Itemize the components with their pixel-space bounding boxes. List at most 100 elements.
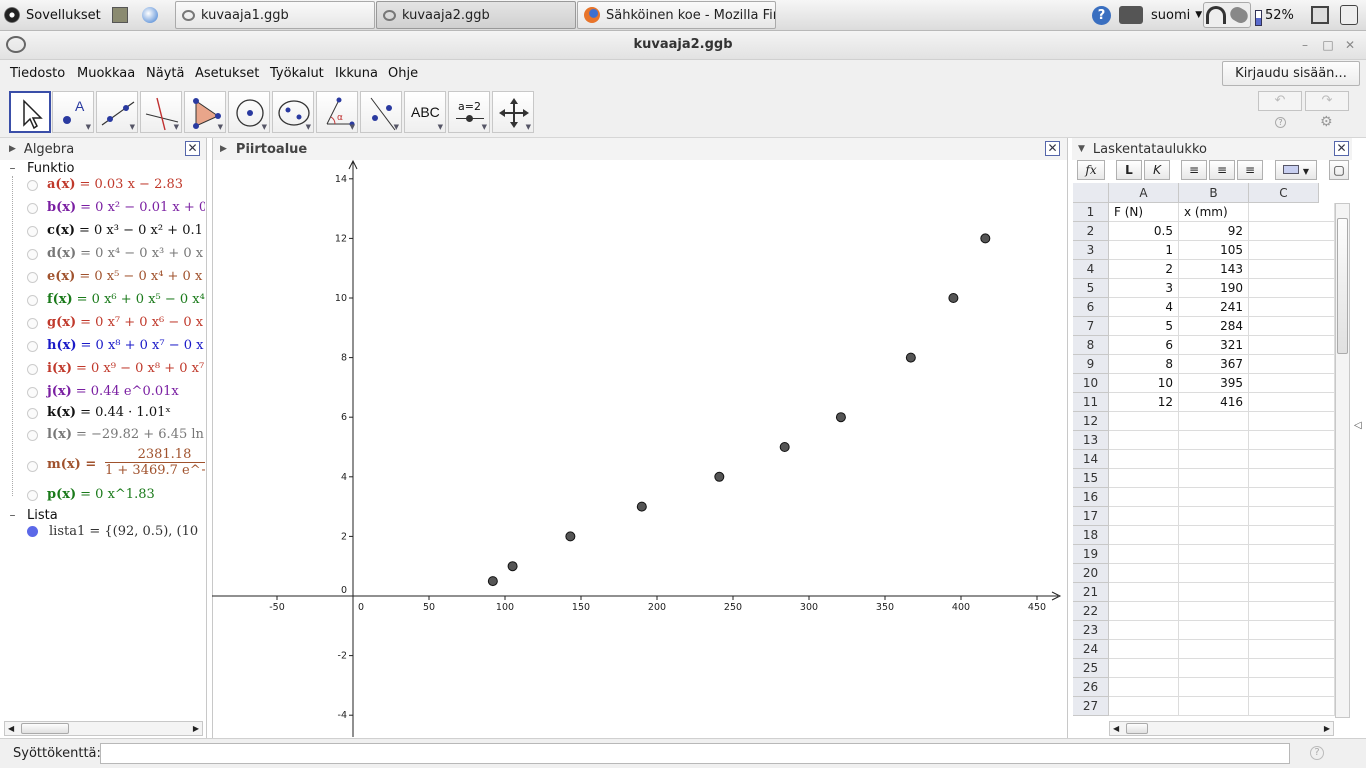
collapse-panel-icon[interactable]: ▼ (1078, 144, 1085, 154)
gear-icon[interactable]: ⚙ (1320, 114, 1333, 130)
table-cell[interactable]: 5 (1109, 317, 1179, 336)
formula-button[interactable]: fx (1077, 160, 1105, 180)
table-cell[interactable] (1109, 469, 1179, 488)
visibility-toggle[interactable] (27, 408, 38, 419)
table-cell[interactable] (1249, 203, 1335, 222)
table-cell[interactable] (1249, 583, 1335, 602)
table-cell[interactable] (1109, 602, 1179, 621)
table-cell[interactable]: 12 (1109, 393, 1179, 412)
column-header-c[interactable]: C (1249, 183, 1319, 203)
table-cell[interactable] (1249, 317, 1335, 336)
table-cell[interactable] (1249, 260, 1335, 279)
row-header[interactable]: 10 (1073, 374, 1109, 393)
row-header[interactable]: 12 (1073, 412, 1109, 431)
table-cell[interactable] (1179, 412, 1249, 431)
table-cell[interactable] (1109, 488, 1179, 507)
column-header-a[interactable]: A (1109, 183, 1179, 203)
table-cell[interactable] (1179, 545, 1249, 564)
visibility-toggle[interactable] (27, 180, 38, 191)
table-cell[interactable]: 1 (1109, 241, 1179, 260)
files-launcher[interactable] (112, 2, 134, 28)
table-cell[interactable] (1109, 621, 1179, 640)
table-cell[interactable]: 284 (1179, 317, 1249, 336)
table-cell[interactable] (1249, 697, 1335, 716)
table-cell[interactable] (1249, 659, 1335, 678)
visibility-toggle[interactable] (27, 272, 38, 283)
table-cell[interactable] (1249, 222, 1335, 241)
row-header[interactable]: 6 (1073, 298, 1109, 317)
visibility-toggle[interactable] (27, 364, 38, 375)
table-cell[interactable]: 143 (1179, 260, 1249, 279)
align-right-button[interactable]: ≡ (1237, 160, 1263, 180)
bold-button[interactable]: L (1116, 160, 1142, 180)
close-algebra-icon[interactable]: ✕ (185, 141, 200, 156)
row-header[interactable]: 15 (1073, 469, 1109, 488)
row-header[interactable]: 11 (1073, 393, 1109, 412)
table-cell[interactable] (1179, 602, 1249, 621)
row-header[interactable]: 17 (1073, 507, 1109, 526)
table-cell[interactable] (1249, 279, 1335, 298)
angle-tool[interactable]: α ▼ (316, 91, 358, 133)
table-cell[interactable] (1109, 640, 1179, 659)
table-cell[interactable] (1179, 583, 1249, 602)
function-row[interactable]: g(x) = 0 x⁷ + 0 x⁶ − 0 x (0, 313, 205, 335)
table-cell[interactable] (1249, 412, 1335, 431)
menu-file[interactable]: Tiedosto (10, 66, 65, 81)
table-cell[interactable] (1179, 564, 1249, 583)
row-header[interactable]: 16 (1073, 488, 1109, 507)
row-header[interactable]: 4 (1073, 260, 1109, 279)
visibility-toggle[interactable] (27, 226, 38, 237)
input-field[interactable] (100, 743, 1290, 764)
function-row[interactable]: e(x) = 0 x⁵ − 0 x⁴ + 0 x (0, 267, 205, 289)
browser-launcher[interactable] (142, 2, 164, 28)
scatter-plot[interactable]: -50 0 50 100 150 200 250 300 350 400 450 -4 -2 0 2 4 6 8 1… (212, 159, 1066, 737)
table-cell[interactable] (1109, 431, 1179, 450)
power-button[interactable] (1340, 2, 1364, 28)
table-cell[interactable] (1179, 450, 1249, 469)
move-view-tool[interactable]: ▼ (492, 91, 534, 133)
expand-icon[interactable]: ▶ (9, 144, 16, 154)
row-header[interactable]: 8 (1073, 336, 1109, 355)
row-header[interactable]: 18 (1073, 526, 1109, 545)
column-header-b[interactable]: B (1179, 183, 1249, 203)
table-cell[interactable] (1249, 602, 1335, 621)
table-cell[interactable] (1249, 564, 1335, 583)
login-button[interactable]: Kirjaudu sisään... (1222, 61, 1360, 86)
function-row[interactable]: a(x) = 0.03 x − 2.83 (0, 175, 205, 197)
table-cell[interactable] (1179, 659, 1249, 678)
battery-indicator[interactable]: 52% (1255, 2, 1294, 28)
table-cell[interactable] (1249, 507, 1335, 526)
table-cell[interactable] (1249, 355, 1335, 374)
spreadsheet-hscrollbar[interactable]: ◀ ▶ (1109, 721, 1334, 736)
close-graphics-icon[interactable]: ✕ (1045, 141, 1060, 156)
row-header[interactable]: 22 (1073, 602, 1109, 621)
menu-view[interactable]: Näytä (146, 66, 184, 81)
table-cell[interactable] (1249, 374, 1335, 393)
table-cell[interactable] (1249, 431, 1335, 450)
visibility-toggle[interactable] (27, 490, 38, 501)
function-row[interactable]: l(x) = −29.82 + 6.45 ln (0, 425, 205, 447)
row-header[interactable]: 7 (1073, 317, 1109, 336)
row-header[interactable]: 21 (1073, 583, 1109, 602)
maximize-icon[interactable]: □ (1321, 38, 1335, 52)
table-cell[interactable] (1109, 564, 1179, 583)
corner-header[interactable] (1073, 183, 1109, 203)
visibility-toggle[interactable] (27, 387, 38, 398)
table-cell[interactable] (1249, 469, 1335, 488)
table-cell[interactable]: F (N) (1109, 203, 1179, 222)
row-header[interactable]: 3 (1073, 241, 1109, 260)
row-header[interactable]: 27 (1073, 697, 1109, 716)
table-cell[interactable]: 3 (1109, 279, 1179, 298)
table-cell[interactable] (1249, 640, 1335, 659)
align-center-button[interactable]: ≡ (1209, 160, 1235, 180)
table-cell[interactable] (1249, 450, 1335, 469)
table-cell[interactable]: 395 (1179, 374, 1249, 393)
screenshot-button[interactable] (1119, 2, 1149, 28)
row-header[interactable]: 25 (1073, 659, 1109, 678)
table-cell[interactable] (1249, 545, 1335, 564)
algebra-hscrollbar[interactable]: ◀ ▶ (4, 721, 203, 736)
circle-tool[interactable]: ▼ (228, 91, 270, 133)
visibility-toggle[interactable] (27, 341, 38, 352)
align-left-button[interactable]: ≡ (1181, 160, 1207, 180)
table-cell[interactable]: 416 (1179, 393, 1249, 412)
